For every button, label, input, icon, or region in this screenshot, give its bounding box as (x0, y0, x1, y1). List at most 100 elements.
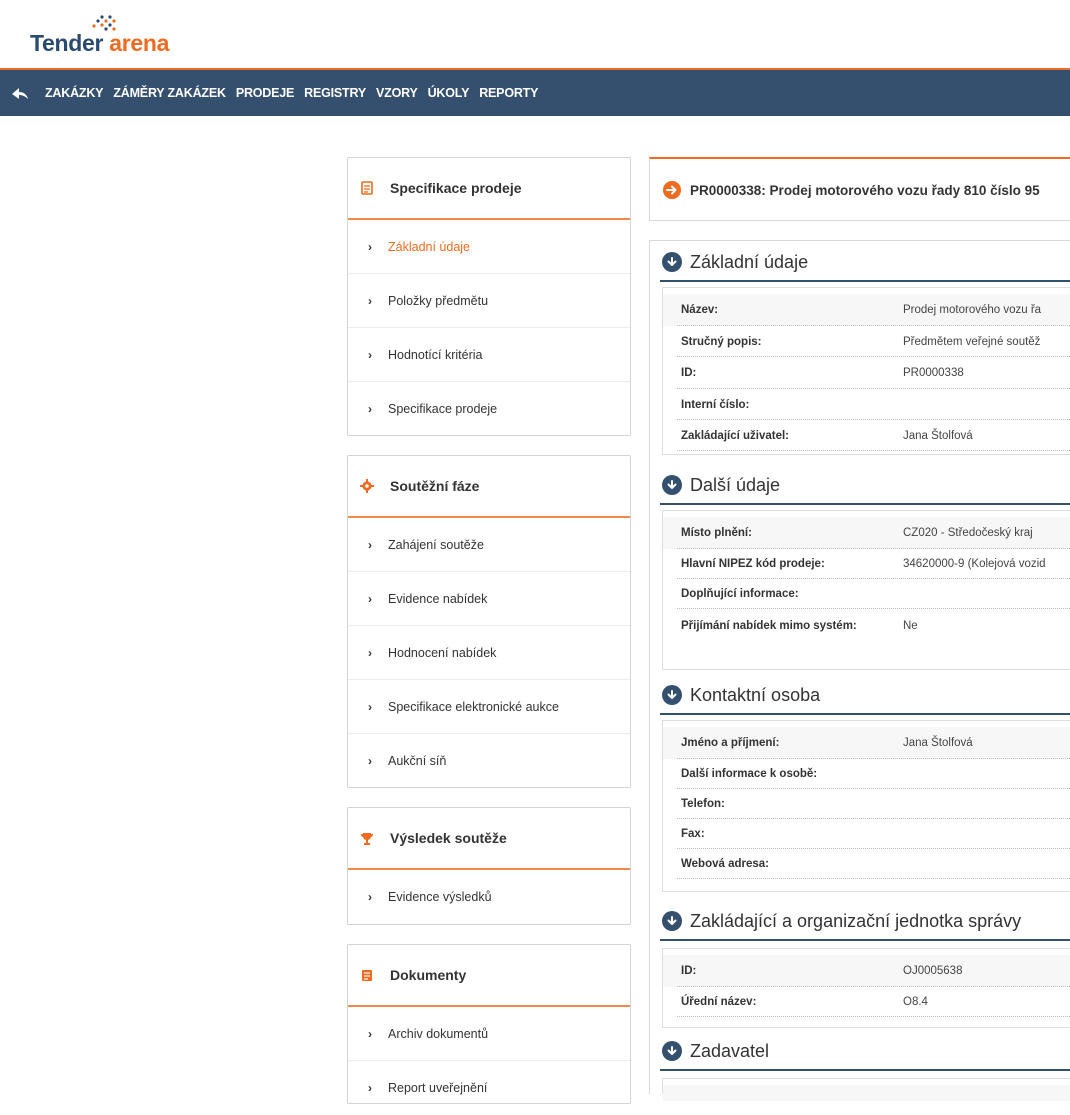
detail-value: Prodej motorového vozu řa (903, 304, 1042, 316)
menu-item-label: Hodnotící kritéria (388, 347, 483, 362)
detail-label: ID: (681, 367, 697, 379)
section-body-zadavatel (662, 1078, 1070, 1101)
chevron-right-icon: › (368, 591, 372, 606)
section-header-zakladni-udaje[interactable]: Základní údaje (660, 244, 1070, 282)
chevron-right-icon: › (368, 754, 372, 768)
detail-label: Přijímání nabídek mimo systém: (681, 620, 857, 632)
menu-item-zakladni-udaje[interactable]: › Základní údaje (348, 220, 630, 274)
detail-label: Interní číslo: (681, 398, 750, 411)
detail-row: Jméno a příjmení: Jana Štolfová (663, 727, 1070, 759)
chevron-right-icon: › (368, 1026, 372, 1041)
panel-header: Výsledek soutěže (348, 808, 630, 870)
detail-label: Telefon: (681, 798, 725, 810)
section-title: Další údaje (690, 474, 781, 495)
detail-value: PR0000338 (903, 367, 964, 379)
menu-item-polozky-predmetu[interactable]: › Položky předmětu (348, 274, 630, 328)
detail-label: Jméno a příjmení: (681, 737, 780, 749)
section-header-zakladajici-jednotka[interactable]: Zakládající a organizační jednotka správ… (660, 903, 1070, 941)
panel-soutezni-faze: Soutěžní fáze › Zahájení soutěže › Evidenc… (347, 455, 631, 788)
detail-row: Stručný popis: Předmětem veřejné soutěž (663, 326, 1070, 357)
logo-word-tender: Tender (30, 30, 104, 56)
chevron-right-icon: › (368, 890, 372, 904)
detail-value: Ne (903, 620, 918, 632)
panel-title: Specifikace prodeje (390, 180, 522, 196)
menu-item-evidence-nabidek[interactable]: › Evidence nabídek (348, 572, 630, 626)
detail-label: Další informace k osobě: (681, 768, 818, 780)
chevron-down-circle-icon (662, 1041, 682, 1061)
panel-vysledek-souteze: Výsledek soutěže › Evidence výsledků (347, 807, 631, 925)
detail-label: Úřední název: (681, 996, 757, 1008)
back-arrow-icon[interactable] (10, 84, 30, 102)
nav-item-ukoly[interactable]: ÚKOLY (428, 86, 470, 100)
menu-item-hodnoceni-nabidek[interactable]: › Hodnocení nabídek (348, 626, 630, 680)
panel-title: Dokumenty (390, 967, 467, 983)
chevron-right-icon: › (368, 293, 372, 308)
panel-specifikace-prodeje: Specifikace prodeje › Základní údaje › Pol… (347, 157, 631, 436)
detail-row: Hlavní NIPEZ kód prodeje: 34620000-9 (Kol… (663, 549, 1070, 579)
detail-row: Zakládající uživatel: Jana Štolfová (663, 420, 1070, 451)
section-title: Zakládající a organizační jednotka správ… (690, 910, 1022, 931)
detail-label: Doplňující informace: (681, 588, 799, 600)
nav-menu: ZAKÁZKY ZÁMĚRY ZAKÁZEK PRODEJE REGISTRY … (45, 70, 548, 116)
detail-value: CZ020 - Středočeský kraj (903, 527, 1033, 539)
detail-label: Fax: (681, 828, 705, 840)
record-title: PR0000338: Prodej motorového vozu řady 8… (690, 183, 1040, 198)
menu-item-report-uverejneni[interactable]: › Report uveřejnění (348, 1061, 630, 1115)
panel-title: Soutěžní fáze (390, 478, 480, 494)
detail-row (663, 1085, 1070, 1101)
section-header-zadavatel[interactable]: Zadavatel (660, 1033, 1070, 1071)
section-title: Základní údaje (690, 251, 809, 272)
menu-item-hodnotici-kriteria[interactable]: › Hodnotící kritéria (348, 328, 630, 382)
nav-item-registry[interactable]: REGISTRY (304, 86, 366, 100)
section-body-zakladni-udaje: Název: Prodej motorového vozu řa Stručný … (662, 287, 1070, 455)
menu-item-evidence-vysledku[interactable]: › Evidence výsledků (348, 870, 630, 924)
detail-row: Místo plnění: CZ020 - Středočeský kraj (663, 517, 1070, 549)
detail-row: Název: Prodej motorového vozu řa (663, 294, 1070, 326)
detail-row: Interní číslo: (663, 389, 1070, 420)
detail-value: Jana Štolfová (903, 737, 973, 749)
detail-row: Další informace k osobě: (663, 759, 1070, 789)
menu-item-label: Položky předmětu (388, 293, 489, 308)
menu-item-label: Aukční síň (388, 754, 447, 768)
detail-row: Úřední název: O8.4 (663, 987, 1070, 1017)
document-icon (360, 181, 374, 195)
logo-word-arena: arena (109, 30, 170, 56)
nav-item-reporty[interactable]: REPORTY (479, 86, 538, 100)
detail-row: Fax: (663, 819, 1070, 849)
menu-item-label: Zahájení soutěže (388, 537, 484, 552)
section-header-dalsi-udaje[interactable]: Další údaje (660, 467, 1070, 505)
nav-item-zamery-zakazek[interactable]: ZÁMĚRY ZAKÁZEK (113, 86, 226, 100)
panel-header: Soutěžní fáze (348, 456, 630, 518)
chevron-right-icon: › (368, 347, 372, 362)
menu-item-archiv-dokumentu[interactable]: › Archiv dokumentů (348, 1007, 630, 1061)
detail-value: Předmětem veřejné soutěž (903, 335, 1041, 348)
chevron-right-icon: › (368, 699, 372, 714)
chevron-right-icon: › (368, 402, 372, 416)
menu-item-label: Evidence výsledků (388, 890, 492, 904)
detail-value: O8.4 (903, 996, 928, 1008)
menu-item-aukcni-sin[interactable]: › Aukční síň (348, 734, 630, 788)
menu-item-zahajeni-souteze[interactable]: › Zahájení soutěže (348, 518, 630, 572)
chevron-down-circle-icon (662, 685, 682, 705)
chevron-right-icon: › (368, 645, 372, 660)
chevron-right-icon: › (368, 1081, 372, 1095)
section-title: Zadavatel (690, 1040, 770, 1061)
menu-item-label: Report uveřejnění (388, 1081, 488, 1095)
detail-label: Místo plnění: (681, 527, 752, 539)
gear-icon (360, 479, 374, 493)
detail-label: Webová adresa: (681, 858, 769, 870)
nav-item-vzory[interactable]: VZORY (376, 86, 418, 100)
menu-item-specifikace-elektronicke-aukce[interactable]: › Specifikace elektronické aukce (348, 680, 630, 734)
detail-row: Doplňující informace: (663, 579, 1070, 609)
section-title: Kontaktní osoba (690, 684, 821, 705)
menu-item-specifikace-prodeje[interactable]: › Specifikace prodeje (348, 382, 630, 436)
chevron-right-icon: › (368, 239, 372, 254)
detail-row: Telefon: (663, 789, 1070, 819)
detail-value: OJ0005638 (903, 965, 963, 977)
nav-item-zakazky[interactable]: ZAKÁZKY (45, 86, 104, 100)
detail-row: Webová adresa: (663, 849, 1070, 879)
chevron-down-circle-icon (662, 475, 682, 495)
panel-title: Výsledek soutěže (390, 830, 507, 846)
nav-item-prodeje[interactable]: PRODEJE (236, 86, 295, 100)
section-header-kontaktni-osoba[interactable]: Kontaktní osoba (660, 677, 1070, 715)
